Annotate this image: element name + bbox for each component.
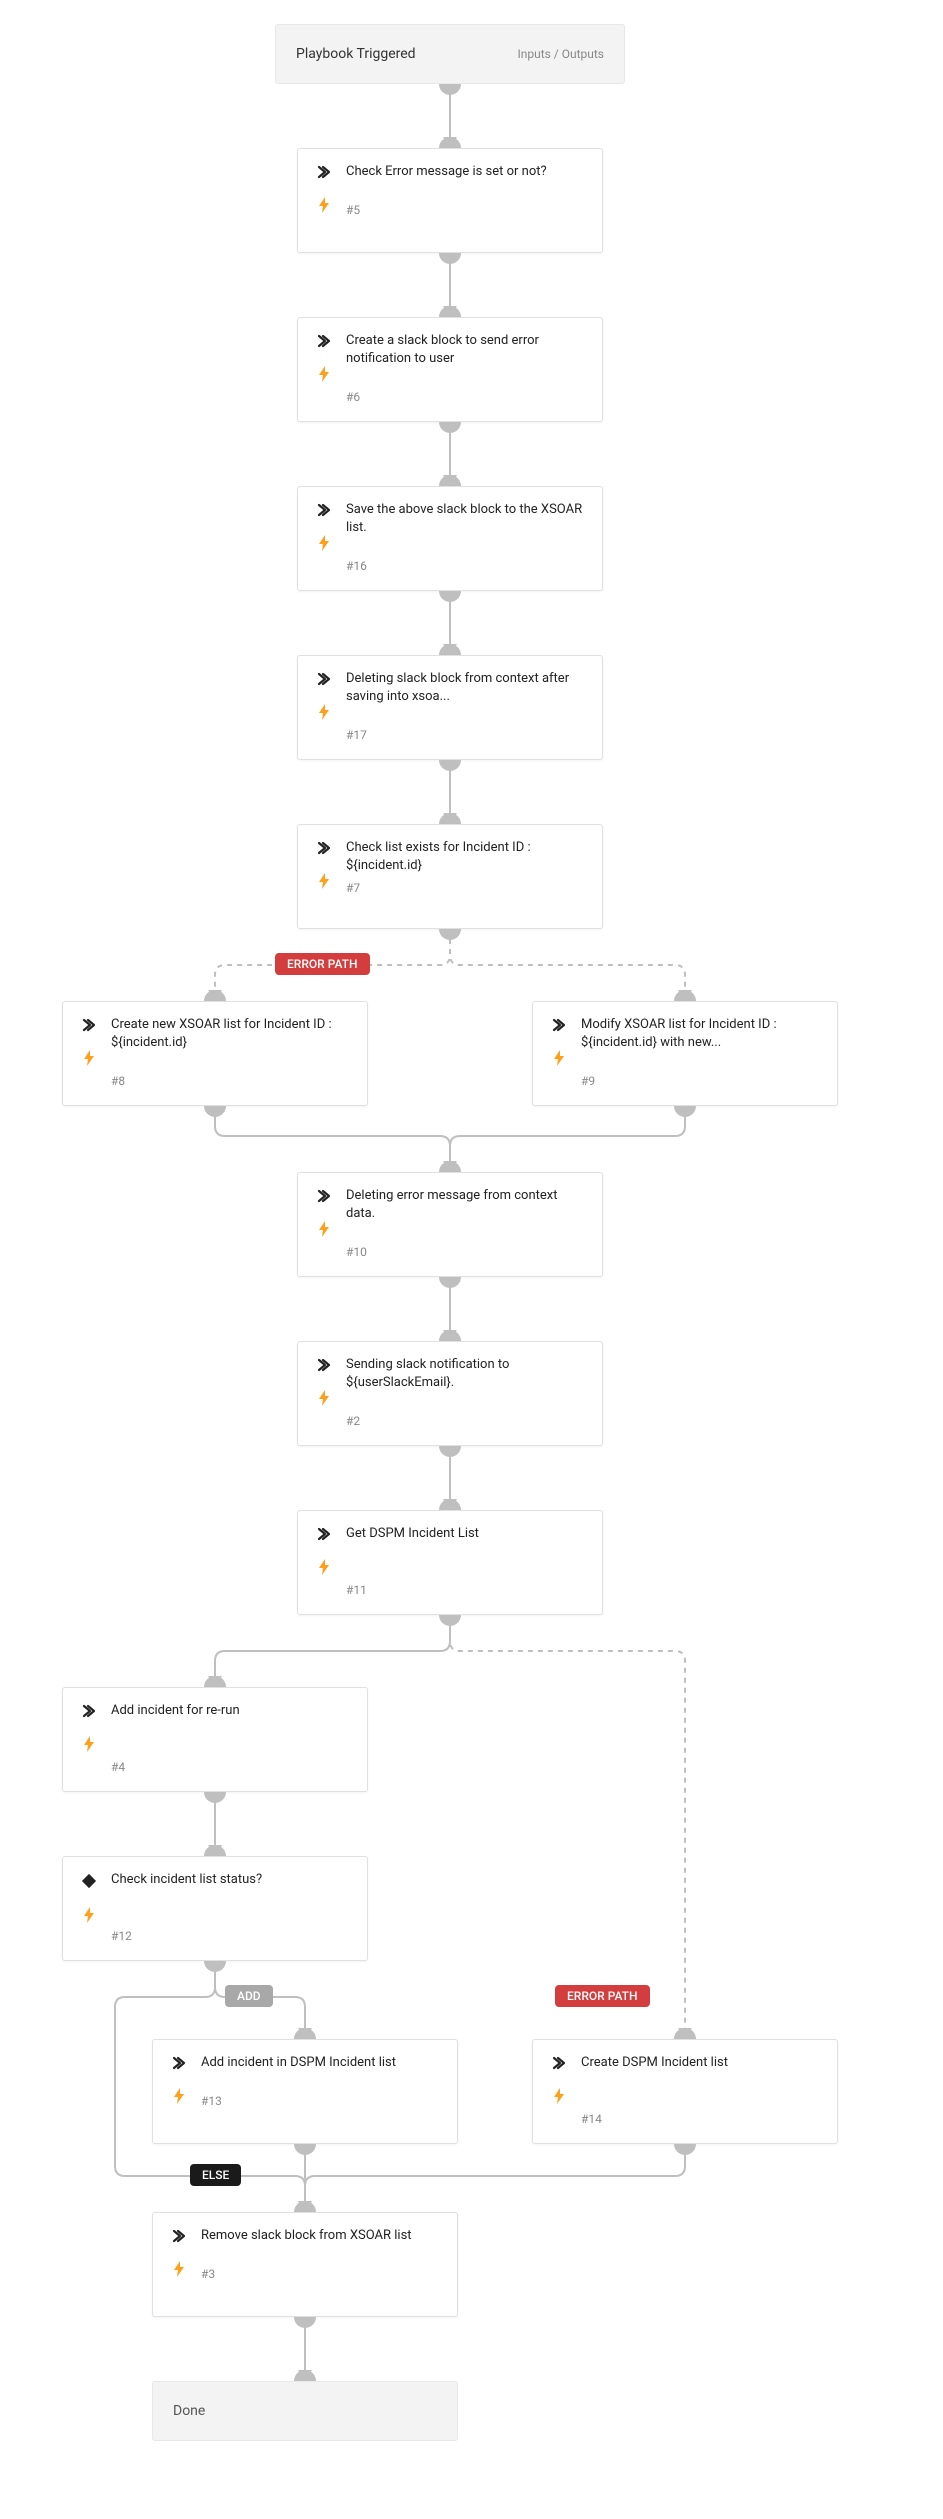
bolt-icon [318, 535, 330, 551]
chevron-icon [317, 1189, 331, 1203]
bolt-icon [553, 1050, 565, 1066]
task-title: Deleting error message from context data… [346, 1187, 584, 1223]
bolt-icon [318, 1221, 330, 1237]
task-title: Deleting slack block from context after … [346, 670, 584, 706]
branch-label-error-path: ERROR PATH [555, 1985, 650, 2007]
task-number: #11 [346, 1583, 584, 1597]
branch-label-else: ELSE [190, 2164, 241, 2186]
playbook-end[interactable]: Done [152, 2381, 458, 2441]
task-title: Add incident for re-run [111, 1702, 349, 1720]
branch-label-error-path: ERROR PATH [275, 953, 370, 975]
chevron-icon [172, 2229, 186, 2243]
chevron-icon [552, 2056, 566, 2070]
task-node-3[interactable]: Remove slack block from XSOAR list #3 [152, 2212, 458, 2317]
chevron-icon [317, 334, 331, 348]
task-number: #6 [346, 390, 584, 404]
task-title: Check list exists for Incident ID : ${in… [346, 839, 584, 875]
bolt-icon [318, 1559, 330, 1575]
task-title: Get DSPM Incident List [346, 1525, 584, 1543]
bolt-icon [553, 2088, 565, 2104]
chevron-icon [317, 1527, 331, 1541]
task-title: Sending slack notification to ${userSlac… [346, 1356, 584, 1392]
condition-node-12[interactable]: Check incident list status? #12 [62, 1856, 368, 1961]
bolt-icon [318, 197, 330, 213]
task-number: #9 [581, 1074, 819, 1088]
task-number: #13 [201, 2094, 439, 2108]
chevron-icon [317, 503, 331, 517]
bolt-icon [318, 704, 330, 720]
task-node-11[interactable]: Get DSPM Incident List #11 [297, 1510, 603, 1615]
task-node-17[interactable]: Deleting slack block from context after … [297, 655, 603, 760]
task-node-5[interactable]: Check Error message is set or not? #5 [297, 148, 603, 253]
bolt-icon [83, 1736, 95, 1752]
task-node-14[interactable]: Create DSPM Incident list #14 [532, 2039, 838, 2144]
bolt-icon [83, 1050, 95, 1066]
task-number: #14 [581, 2112, 819, 2126]
task-node-7[interactable]: Check list exists for Incident ID : ${in… [297, 824, 603, 929]
task-number: #4 [111, 1760, 349, 1774]
diamond-icon [81, 1873, 97, 1889]
task-number: #12 [111, 1929, 349, 1943]
playbook-canvas: Playbook Triggered Inputs / Outputs Chec… [0, 0, 943, 2519]
bolt-icon [318, 873, 330, 889]
chevron-icon [317, 1358, 331, 1372]
task-node-8[interactable]: Create new XSOAR list for Incident ID : … [62, 1001, 368, 1106]
task-title: Check incident list status? [111, 1871, 349, 1889]
playbook-start[interactable]: Playbook Triggered Inputs / Outputs [275, 24, 625, 84]
task-title: Remove slack block from XSOAR list [201, 2227, 439, 2245]
task-number: #10 [346, 1245, 584, 1259]
bolt-icon [318, 366, 330, 382]
task-number: #2 [346, 1414, 584, 1428]
task-number: #8 [111, 1074, 349, 1088]
task-node-6[interactable]: Create a slack block to send error notif… [297, 317, 603, 422]
start-title: Playbook Triggered [296, 46, 416, 62]
chevron-icon [82, 1704, 96, 1718]
chevron-icon [552, 1018, 566, 1032]
task-node-4[interactable]: Add incident for re-run #4 [62, 1687, 368, 1792]
chevron-icon [82, 1018, 96, 1032]
task-node-10[interactable]: Deleting error message from context data… [297, 1172, 603, 1277]
task-title: Create new XSOAR list for Incident ID : … [111, 1016, 349, 1052]
chevron-icon [172, 2056, 186, 2070]
branch-label-add: ADD [225, 1985, 273, 2007]
task-number: #17 [346, 728, 584, 742]
inputs-outputs-link[interactable]: Inputs / Outputs [517, 47, 604, 61]
bolt-icon [83, 1907, 95, 1923]
end-title: Done [173, 2403, 205, 2419]
task-node-13[interactable]: Add incident in DSPM Incident list #13 [152, 2039, 458, 2144]
task-number: #5 [346, 203, 584, 217]
task-title: Add incident in DSPM Incident list [201, 2054, 439, 2072]
task-title: Modify XSOAR list for Incident ID : ${in… [581, 1016, 819, 1052]
chevron-icon [317, 841, 331, 855]
bolt-icon [318, 1390, 330, 1406]
chevron-icon [317, 165, 331, 179]
task-number: #3 [201, 2267, 439, 2281]
task-title: Create a slack block to send error notif… [346, 332, 584, 368]
task-title: Create DSPM Incident list [581, 2054, 819, 2072]
task-node-9[interactable]: Modify XSOAR list for Incident ID : ${in… [532, 1001, 838, 1106]
task-node-16[interactable]: Save the above slack block to the XSOAR … [297, 486, 603, 591]
bolt-icon [173, 2088, 185, 2104]
task-title: Save the above slack block to the XSOAR … [346, 501, 584, 537]
task-number: #16 [346, 559, 584, 573]
task-number: #7 [346, 881, 584, 895]
task-title: Check Error message is set or not? [346, 163, 584, 181]
chevron-icon [317, 672, 331, 686]
task-node-2[interactable]: Sending slack notification to ${userSlac… [297, 1341, 603, 1446]
bolt-icon [173, 2261, 185, 2277]
